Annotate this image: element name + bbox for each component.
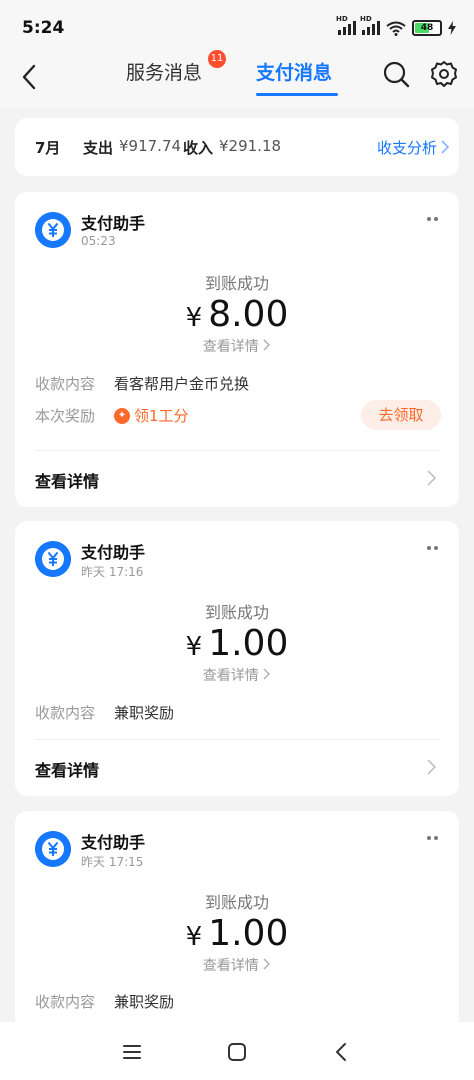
content-label: 收款内容 — [35, 993, 96, 1011]
reward-icon: ✦ — [114, 407, 130, 424]
monthly-summary: 7月 支出 ¥917.74 收入 ¥291.18 收支分析 — [15, 118, 459, 176]
amount-value: 1.00 — [208, 913, 289, 954]
top-nav: 服务消息 11 支付消息 — [0, 50, 474, 108]
gear-icon[interactable] — [430, 60, 458, 88]
unread-badge: 11 — [208, 50, 226, 68]
status-icons: HD HD 48 — [336, 15, 456, 36]
payment-status: 到账成功 — [204, 893, 269, 912]
nav-back-icon[interactable] — [330, 1040, 354, 1064]
clock: 5:24 — [22, 18, 65, 38]
status-bar: 5:24 HD HD 48 — [0, 0, 474, 56]
divider — [35, 450, 439, 451]
chevron-right-icon — [427, 470, 437, 486]
signal-icon-2: HD — [360, 15, 380, 35]
message-time: 昨天 17:15 — [81, 855, 144, 869]
more-dots-icon[interactable] — [423, 543, 443, 553]
payment-amount: ¥8.00 — [15, 294, 459, 335]
back-arrow-icon[interactable] — [18, 62, 42, 92]
summary-month: 7月 — [35, 139, 61, 157]
content-label: 收款内容 — [35, 375, 96, 393]
chevron-right-icon — [441, 140, 449, 154]
content-label: 收款内容 — [35, 704, 96, 722]
active-tab-indicator — [256, 93, 338, 96]
income-label: 收入 — [183, 139, 214, 157]
view-details-label: 查看详情 — [202, 958, 259, 974]
income-value: ¥291.18 — [219, 137, 282, 155]
payment-card[interactable]: 支付助手 昨天 17:15 到账成功 ¥1.00 查看详情 收款内容 兼职奖励 — [15, 811, 459, 1022]
hd-label-2: HD — [360, 15, 372, 23]
payment-amount: ¥1.00 — [15, 623, 459, 664]
amount-value: 1.00 — [208, 623, 289, 664]
menu-icon[interactable] — [120, 1040, 144, 1064]
reward-label: 本次奖励 — [35, 407, 96, 425]
content-value: 兼职奖励 — [114, 993, 175, 1011]
payment-status: 到账成功 — [204, 603, 269, 622]
payment-card[interactable]: 支付助手 昨天 17:16 到账成功 ¥1.00 查看详情 收款内容 兼职奖励 … — [15, 521, 459, 796]
sender-name: 支付助手 — [81, 833, 146, 852]
yuan-icon — [35, 831, 71, 867]
tab-payment-messages[interactable]: 支付消息 — [256, 58, 332, 85]
system-nav-bar — [0, 1022, 474, 1080]
payment-status: 到账成功 — [204, 274, 269, 293]
content-value: 看客帮用户金币兑换 — [114, 375, 250, 393]
charging-icon — [448, 21, 456, 35]
more-dots-icon[interactable] — [423, 833, 443, 843]
view-details-link[interactable]: 查看详情 — [15, 955, 459, 975]
battery-icon: 48 — [412, 20, 442, 36]
signal-icon: HD — [336, 15, 356, 35]
more-dots-icon[interactable] — [423, 214, 443, 224]
reward-text: 领1工分 — [134, 407, 189, 425]
reward-value: ✦ 领1工分 — [114, 405, 189, 426]
sender-name: 支付助手 — [81, 543, 146, 562]
hd-label: HD — [336, 15, 348, 23]
currency-symbol: ¥ — [185, 632, 203, 662]
payment-card[interactable]: 支付助手 05:23 到账成功 ¥8.00 查看详情 收款内容 看客帮用户金币兑… — [15, 192, 459, 507]
analysis-link[interactable]: 收支分析 — [377, 137, 437, 158]
yuan-icon — [35, 541, 71, 577]
expense-value: ¥917.74 — [119, 137, 182, 155]
chevron-right-icon — [263, 668, 271, 680]
view-details-link[interactable]: 查看详情 — [15, 336, 459, 356]
yuan-icon — [35, 212, 71, 248]
view-details-label: 查看详情 — [202, 339, 259, 355]
footer-details-link[interactable]: 查看详情 — [35, 757, 99, 781]
claim-button[interactable]: 去领取 — [361, 400, 441, 430]
amount-value: 8.00 — [208, 294, 289, 335]
view-details-label: 查看详情 — [202, 668, 259, 684]
chevron-right-icon — [263, 339, 271, 351]
divider — [35, 739, 439, 740]
message-time: 05:23 — [81, 234, 116, 248]
currency-symbol: ¥ — [185, 303, 203, 333]
view-details-link[interactable]: 查看详情 — [15, 665, 459, 685]
content-value: 兼职奖励 — [114, 704, 175, 722]
sender-name: 支付助手 — [81, 214, 146, 233]
home-square-icon[interactable] — [225, 1040, 249, 1064]
expense-label: 支出 — [83, 139, 114, 157]
search-icon[interactable] — [382, 60, 410, 88]
chevron-right-icon — [263, 958, 271, 970]
footer-details-link[interactable]: 查看详情 — [35, 468, 99, 492]
tab-service-messages[interactable]: 服务消息 — [126, 58, 202, 85]
battery-level: 48 — [420, 23, 434, 33]
payment-amount: ¥1.00 — [15, 913, 459, 954]
chevron-right-icon — [427, 759, 437, 775]
wifi-icon — [386, 21, 406, 36]
message-time: 昨天 17:16 — [81, 565, 144, 579]
currency-symbol: ¥ — [185, 922, 203, 952]
